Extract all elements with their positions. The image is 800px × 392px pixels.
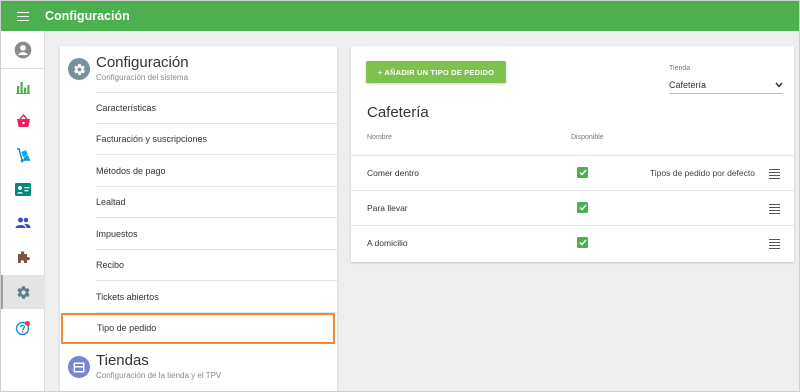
menu-item-billing[interactable]: Facturación y suscripciones (60, 124, 337, 156)
settings-menu-panel: Configuración Configuración del sistema … (60, 46, 337, 391)
app-frame: Configuración Configuración Configuració… (0, 0, 800, 392)
order-type-name: Para llevar (367, 203, 408, 213)
store-icon (68, 356, 90, 378)
menu-item-order-type[interactable]: Tipo de pedido (61, 312, 335, 344)
menu-item-features[interactable]: Características (60, 92, 337, 124)
id-card-icon (15, 182, 31, 196)
menu-item-receipt[interactable]: Recibo (60, 250, 337, 282)
check-icon (578, 169, 587, 176)
nav-item-customers[interactable] (1, 206, 45, 240)
nav-divider (1, 68, 45, 69)
menu-item-taxes[interactable]: Impuestos (60, 218, 337, 250)
nav-item-settings[interactable] (1, 275, 45, 309)
available-checkbox[interactable] (577, 202, 588, 213)
chevron-down-icon (775, 82, 783, 88)
table-row[interactable]: Para llevar (351, 190, 794, 225)
column-header-available: Disponible (571, 134, 604, 141)
menu-button[interactable] (1, 1, 45, 31)
check-icon (578, 204, 587, 211)
notification-badge (24, 320, 31, 327)
available-checkbox[interactable] (577, 237, 588, 248)
side-navigation (1, 31, 45, 391)
store-select-value: Cafetería (669, 79, 707, 90)
help-icon (15, 320, 31, 336)
menu-item-payment-methods[interactable]: Métodos de pago (60, 155, 337, 187)
store-heading: Cafetería (367, 104, 429, 121)
stores-section-title: Tiendas (96, 352, 149, 369)
hand-truck-icon (16, 147, 30, 162)
top-app-bar: Configuración (1, 1, 799, 31)
nav-item-inventory[interactable] (1, 138, 45, 172)
nav-item-account[interactable] (1, 33, 45, 67)
nav-item-integrations[interactable] (1, 240, 45, 274)
drag-handle-icon[interactable] (769, 204, 780, 215)
nav-item-sales[interactable] (1, 104, 45, 138)
page-title: Configuración (45, 9, 130, 23)
settings-section-icon (68, 58, 90, 80)
order-type-name: A domicilio (367, 238, 408, 248)
nav-item-reports[interactable] (1, 70, 45, 104)
add-order-type-button[interactable]: + AÑADIR UN TIPO DE PEDIDO (366, 61, 506, 83)
hamburger-icon (17, 11, 29, 22)
settings-section-subtitle: Configuración del sistema (96, 73, 189, 82)
settings-section-header: Configuración Configuración del sistema (60, 46, 337, 92)
nav-item-employees[interactable] (1, 172, 45, 206)
nav-item-help[interactable] (1, 311, 45, 345)
default-order-type-label: Tipos de pedido por defecto (649, 168, 755, 178)
account-circle-icon (14, 41, 32, 59)
drag-handle-icon[interactable] (769, 169, 780, 180)
stores-section-header[interactable]: Tiendas Configuración de la tienda y el … (60, 344, 337, 390)
settings-icon (16, 285, 30, 299)
table-row[interactable]: A domicilio (351, 225, 794, 260)
store-select-label: Tienda (669, 65, 691, 72)
check-icon (578, 239, 587, 246)
puzzle-icon (17, 250, 30, 263)
order-type-name: Comer dentro (367, 168, 419, 178)
settings-menu-list: Características Facturación y suscripcio… (60, 92, 337, 344)
stores-section-subtitle: Configuración de la tienda y el TPV (96, 371, 222, 380)
drag-handle-icon[interactable] (769, 239, 780, 250)
store-select[interactable]: Cafetería (669, 76, 783, 94)
people-icon (15, 217, 31, 228)
settings-section-title: Configuración (96, 54, 189, 71)
bar-chart-icon (16, 82, 30, 94)
table-row[interactable]: Comer dentro Tipos de pedido por defecto (351, 155, 794, 190)
column-header-name: Nombre (367, 134, 392, 141)
menu-item-open-tickets[interactable]: Tickets abiertos (60, 281, 337, 313)
menu-item-loyalty[interactable]: Lealtad (60, 187, 337, 219)
available-checkbox[interactable] (577, 167, 588, 178)
basket-icon (16, 114, 30, 127)
order-types-panel: + AÑADIR UN TIPO DE PEDIDO Tienda Cafete… (351, 46, 794, 262)
order-types-table: Comer dentro Tipos de pedido por defecto… (351, 155, 794, 260)
